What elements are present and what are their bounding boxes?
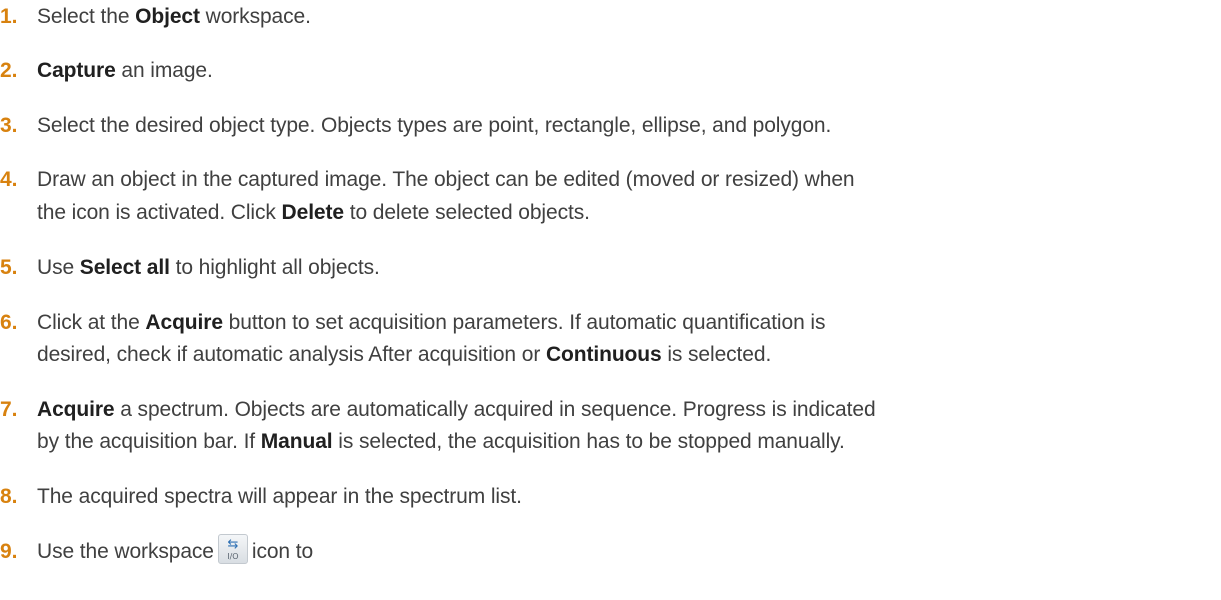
step-text: by the acquisition bar. If Manual is sel… bbox=[37, 430, 845, 453]
ui-term-acquire: Acquire bbox=[37, 398, 115, 421]
step-number: 6. bbox=[0, 311, 18, 334]
step-text: Click at the Acquire button to set acqui… bbox=[37, 311, 826, 334]
step-text: Acquire a spectrum. Objects are automati… bbox=[37, 398, 876, 421]
swap-arrows-icon: ⇆ bbox=[227, 536, 239, 552]
step-text: The acquired spectra will appear in the … bbox=[37, 485, 522, 508]
ui-term-capture: Capture bbox=[37, 59, 116, 82]
ui-term-select-all: Select all bbox=[79, 256, 170, 279]
step-number: 9. bbox=[0, 540, 18, 563]
step-number: 5. bbox=[0, 256, 18, 279]
step-text: Select the Object workspace. bbox=[37, 5, 311, 28]
step-text: desired, check if automatic analysis Aft… bbox=[37, 343, 772, 366]
ui-term-delete: Delete bbox=[281, 201, 345, 224]
step-text: Select the desired object type. Objects … bbox=[37, 114, 832, 137]
io-label: I/O bbox=[227, 552, 239, 562]
step-text: Use Select all to highlight all objects. bbox=[37, 256, 380, 279]
ui-term-acquire: Acquire bbox=[145, 311, 223, 334]
step-number: 8. bbox=[0, 485, 18, 508]
ui-term-manual: Manual bbox=[260, 430, 333, 453]
step-number: 1. bbox=[0, 5, 18, 28]
step-text: Use the workspace ⇆ I/O icon to bbox=[37, 534, 314, 565]
step-number: 2. bbox=[0, 59, 18, 82]
ui-term-object: Object bbox=[135, 5, 200, 28]
step-text: Draw an object in the captured image. Th… bbox=[37, 168, 855, 191]
step-number: 7. bbox=[0, 398, 18, 421]
step-number: 3. bbox=[0, 114, 18, 137]
step-text: Capture an image. bbox=[37, 59, 213, 82]
step-text: the icon is activated. Click Delete to d… bbox=[37, 201, 590, 224]
ui-term-continuous: Continuous bbox=[545, 343, 662, 366]
io-swap-icon: ⇆ I/O bbox=[217, 534, 248, 565]
step-number: 4. bbox=[0, 168, 18, 191]
workspace-io-icon-wrapper: ⇆ I/O bbox=[217, 534, 248, 565]
